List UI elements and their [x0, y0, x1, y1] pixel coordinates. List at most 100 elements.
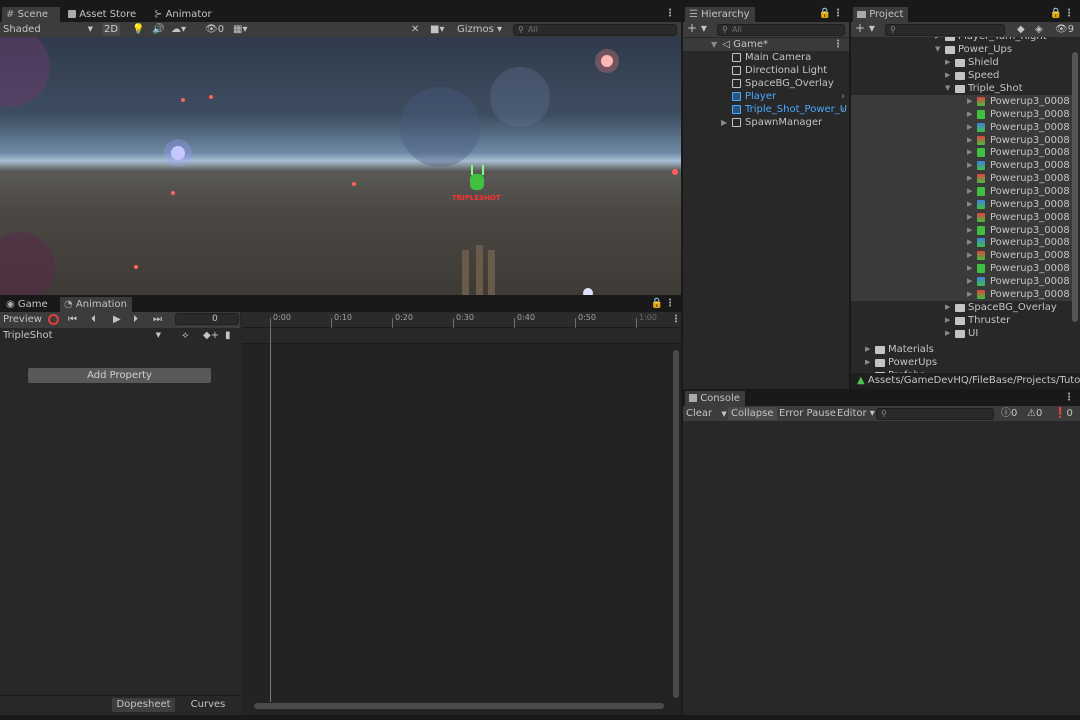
triangle-right-icon[interactable]: ▶	[967, 288, 972, 301]
sprite-asset[interactable]: ▶ Powerup3_0008	[851, 134, 1073, 147]
toggle-2d-button[interactable]: 2D	[102, 23, 120, 36]
tab-hierarchy[interactable]: ☰ Hierarchy	[685, 7, 755, 22]
sprite-asset[interactable]: ▶ Powerup3_0008	[851, 288, 1073, 301]
project-folder[interactable]: ▼ Triple_Shot	[851, 82, 1073, 95]
hierarchy-item[interactable]: SpaceBG_Overlay	[683, 77, 849, 90]
first-frame-icon[interactable]: ⏮	[68, 313, 77, 326]
visibility-icon[interactable]: 👁9	[1055, 23, 1074, 36]
play-icon[interactable]: ▶	[113, 313, 121, 326]
triangle-right-icon[interactable]: ▶	[721, 116, 727, 129]
lighting-icon[interactable]: 💡	[132, 23, 144, 36]
tab-animator[interactable]: ⊱ Animator	[150, 7, 220, 22]
timeline-scrollbar-h[interactable]	[254, 703, 664, 709]
triangle-right-icon[interactable]: ▶	[945, 301, 950, 314]
triangle-right-icon[interactable]: ▶	[945, 314, 950, 327]
project-folder[interactable]: ▶ Thruster	[851, 314, 1073, 327]
project-folder[interactable]: ▶ UI	[851, 327, 1073, 340]
tools-icon[interactable]: ✕	[411, 23, 419, 36]
tab-scene[interactable]: # Scene	[2, 7, 60, 22]
triangle-right-icon[interactable]: ▶	[967, 224, 972, 237]
keyframe-icon[interactable]: ⟡	[182, 329, 189, 342]
hierarchy-item[interactable]: Player ›	[683, 90, 849, 103]
visibility-icon[interactable]: 👁0	[205, 23, 224, 36]
timeline[interactable]: 0:00 0:10 0:20 0:30 0:40 0:50 1:00 ⋮	[242, 312, 681, 715]
clip-dropdown[interactable]: TripleShot ▼	[3, 329, 163, 342]
sprite-asset[interactable]: ▶ Powerup3_0008	[851, 236, 1073, 249]
animation-menu-icon[interactable]: ⋮	[665, 297, 675, 310]
triangle-right-icon[interactable]: ▶	[967, 198, 972, 211]
collapse-toggle[interactable]: Collapse	[728, 407, 777, 420]
hierarchy-item[interactable]: Triple_Shot_Power_U ›	[683, 103, 849, 116]
sprite-asset[interactable]: ▶ Powerup3_0008	[851, 198, 1073, 211]
record-button[interactable]	[48, 314, 59, 325]
error-count-toggle[interactable]: ❗0	[1054, 407, 1073, 420]
tab-console[interactable]: Console	[685, 391, 745, 406]
triangle-right-icon[interactable]: ▶	[967, 159, 972, 172]
preview-toggle[interactable]: Preview	[3, 313, 42, 326]
clear-button[interactable]: Clear ▼	[686, 407, 727, 420]
hierarchy-menu-icon[interactable]: ⋮	[833, 7, 843, 20]
lock-icon[interactable]: 🔒	[651, 297, 663, 310]
log-count-toggle[interactable]: ⓘ0	[1001, 407, 1017, 420]
triangle-right-icon[interactable]: ▶	[967, 95, 972, 108]
project-folder[interactable]: ▼ Power_Ups	[851, 43, 1073, 56]
tab-dopesheet[interactable]: Dopesheet	[112, 698, 175, 712]
hierarchy-item[interactable]: ▶ SpawnManager	[683, 116, 849, 129]
grid-icon[interactable]: ▦▾	[233, 23, 247, 36]
lock-icon[interactable]: 🔒	[819, 7, 831, 20]
prev-frame-icon[interactable]: ⏴	[91, 313, 96, 326]
sprite-asset[interactable]: ▶ Powerup3_0008	[851, 95, 1073, 108]
project-folder[interactable]: ▶ Speed	[851, 69, 1073, 82]
console-log-area[interactable]	[683, 421, 1080, 715]
project-folder[interactable]: ▶ Shield	[851, 56, 1073, 69]
project-search-input[interactable]: ⚲	[885, 24, 1005, 36]
scene-menu-icon[interactable]: ⋮	[665, 7, 675, 20]
filter-label-icon[interactable]: ◈	[1035, 23, 1043, 36]
triangle-right-icon[interactable]: ▶	[865, 356, 870, 369]
triangle-down-icon[interactable]: ▼	[945, 82, 950, 95]
triangle-right-icon[interactable]: ▶	[967, 275, 972, 288]
triangle-right-icon[interactable]: ▶	[967, 249, 972, 262]
sprite-asset[interactable]: ▶ Powerup3_0008	[851, 224, 1073, 237]
triangle-right-icon[interactable]: ▶	[967, 262, 972, 275]
triangle-right-icon[interactable]: ▶	[967, 185, 972, 198]
audio-icon[interactable]: 🔊	[152, 23, 164, 36]
warning-count-toggle[interactable]: ⚠0	[1027, 407, 1042, 420]
last-frame-icon[interactable]: ⏭	[153, 313, 162, 326]
sprite-asset[interactable]: ▶ Powerup3_0008	[851, 108, 1073, 121]
project-folder[interactable]: ▶ Materials	[851, 343, 1073, 356]
add-property-button[interactable]: Add Property	[28, 368, 211, 383]
project-scrollbar[interactable]	[1072, 52, 1078, 322]
console-menu-icon[interactable]: ⋮	[1064, 391, 1074, 404]
console-search-input[interactable]: ⚲	[876, 408, 994, 420]
triangle-down-icon[interactable]: ▼	[935, 43, 940, 56]
scene-menu-icon[interactable]: ⋮	[833, 38, 843, 51]
sprite-asset[interactable]: ▶ Powerup3_0008	[851, 262, 1073, 275]
triangle-right-icon[interactable]: ▶	[967, 172, 972, 185]
add-keyframe-icon[interactable]: ◆+	[203, 329, 219, 342]
triangle-right-icon[interactable]: ▶	[945, 56, 950, 69]
playhead-line[interactable]	[270, 328, 271, 702]
triangle-right-icon[interactable]: ▶	[967, 108, 972, 121]
create-button[interactable]: + ▾	[687, 22, 707, 35]
frame-field[interactable]: 0	[175, 313, 239, 325]
sprite-asset[interactable]: ▶ Powerup3_0008	[851, 159, 1073, 172]
triangle-right-icon[interactable]: ▶	[945, 69, 950, 82]
scene-view[interactable]: TRIPLESHOT	[0, 37, 681, 295]
triangle-right-icon[interactable]: ▶	[967, 134, 972, 147]
scene-root-row[interactable]: ▼ ◁ Game* ⋮	[683, 38, 849, 51]
hierarchy-item[interactable]: Directional Light	[683, 64, 849, 77]
create-button[interactable]: + ▾	[855, 22, 875, 35]
project-folder[interactable]: ▶ SpaceBG_Overlay	[851, 301, 1073, 314]
editor-dropdown[interactable]: Editor ▾	[837, 407, 875, 420]
sprite-asset[interactable]: ▶ Powerup3_0008	[851, 249, 1073, 262]
timeline-ruler[interactable]: 0:00 0:10 0:20 0:30 0:40 0:50 1:00	[242, 312, 681, 328]
tab-project[interactable]: Project	[853, 7, 908, 22]
hierarchy-item[interactable]: Main Camera	[683, 51, 849, 64]
project-folder[interactable]: ▶ PowerUps	[851, 356, 1073, 369]
scene-search-input[interactable]: ⚲ All	[513, 24, 677, 36]
project-menu-icon[interactable]: ⋮	[1064, 7, 1074, 20]
effects-icon[interactable]: ☁▾	[171, 23, 186, 36]
hierarchy-search-input[interactable]: ⚲ All	[717, 24, 845, 36]
shading-mode-dropdown[interactable]: Shaded ▼	[3, 23, 95, 36]
